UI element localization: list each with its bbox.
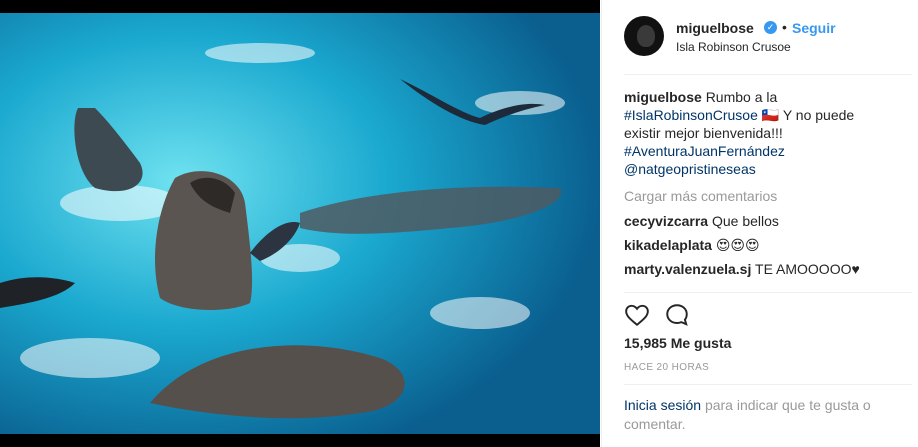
sea-lions-photo xyxy=(0,13,600,434)
caption: miguelbose Rumbo a la #IslaRobinsonCruso… xyxy=(624,88,894,178)
photo-illustration xyxy=(0,13,600,434)
instagram-post: miguelbose ✓ • Seguir Isla Robinson Crus… xyxy=(0,0,918,447)
caption-text-start: Rumbo a la xyxy=(705,89,778,105)
footer-divider xyxy=(624,384,912,385)
comment-text: Que bellos xyxy=(711,213,779,229)
comment-row: kikadelaplata 😍😍😍 xyxy=(624,236,894,254)
comment-row: marty.valenzuela.sj TE AMOOOOO♥ xyxy=(624,260,894,278)
post-photo[interactable] xyxy=(0,0,600,447)
comment-text: 😍😍😍 xyxy=(715,237,760,253)
login-link[interactable]: Inicia sesión xyxy=(624,397,701,413)
caption-username[interactable]: miguelbose xyxy=(624,89,702,105)
header-divider xyxy=(624,74,912,75)
post-header: miguelbose ✓ • Seguir Isla Robinson Crus… xyxy=(624,16,912,60)
header-username[interactable]: miguelbose xyxy=(676,20,754,36)
caption-mention[interactable]: @natgeopristineseas xyxy=(624,161,756,177)
comments-list: miguelbose Rumbo a la #IslaRobinsonCruso… xyxy=(624,88,894,288)
caption-hashtag[interactable]: #IslaRobinsonCrusoe xyxy=(624,107,758,123)
comment-username[interactable]: marty.valenzuela.sj xyxy=(624,261,751,277)
comment-bubble-icon[interactable] xyxy=(664,302,690,328)
comment-username[interactable]: cecyvizcarra xyxy=(624,213,708,229)
comment-username[interactable]: kikadelaplata xyxy=(624,237,712,253)
comment-row-clipped: ... ... xyxy=(624,284,894,288)
comment-text: ... xyxy=(640,285,652,288)
heart-icon[interactable] xyxy=(624,302,650,328)
follow-button[interactable]: Seguir xyxy=(792,20,836,36)
comment-text: TE AMOOOOO♥ xyxy=(755,261,860,277)
verified-badge-icon: ✓ xyxy=(764,21,777,34)
load-more-comments-button[interactable]: Cargar más comentarios xyxy=(624,187,894,205)
caption-hashtag[interactable]: #AventuraJuanFernández xyxy=(624,143,785,159)
avatar[interactable] xyxy=(624,16,664,56)
header-separator: • xyxy=(782,19,787,35)
login-prompt: Inicia sesión para indicar que te gusta … xyxy=(624,396,894,434)
comment-username[interactable]: ... xyxy=(624,285,636,288)
location-link[interactable]: Isla Robinson Crusoe xyxy=(676,40,791,54)
post-sidebar: miguelbose ✓ • Seguir Isla Robinson Crus… xyxy=(601,0,918,447)
likes-count[interactable]: 15,985 Me gusta xyxy=(624,335,731,351)
post-timestamp[interactable]: HACE 20 HORAS xyxy=(624,362,709,373)
comment-row: cecyvizcarra Que bellos xyxy=(624,212,894,230)
comments-divider xyxy=(624,292,912,293)
avatar-photo xyxy=(637,25,655,47)
